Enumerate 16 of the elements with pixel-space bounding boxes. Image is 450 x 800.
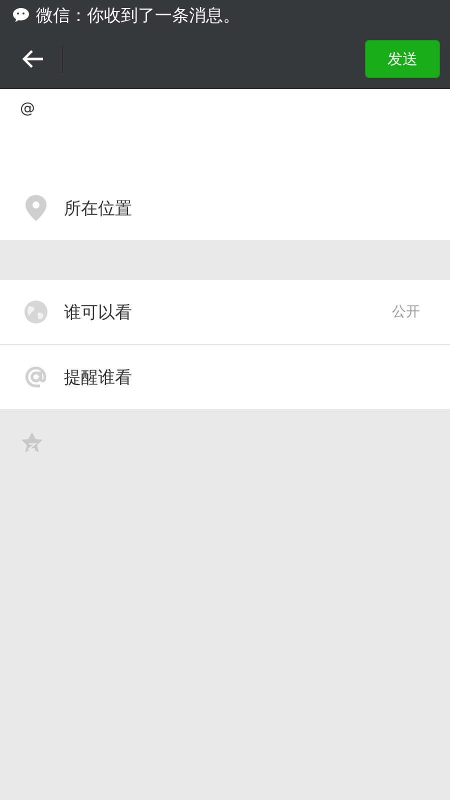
star-icon xyxy=(20,431,44,455)
settings-row[interactable]: 谁可以看 公开 xyxy=(0,280,450,345)
row-label: 提醒谁看 xyxy=(64,366,133,388)
text-input-field[interactable]: @ xyxy=(0,89,450,176)
settings-row[interactable]: 提醒谁看 xyxy=(0,345,450,409)
row-label: 谁可以看 xyxy=(64,302,133,324)
globe-icon xyxy=(24,300,48,324)
row-value: 公开 xyxy=(392,303,420,321)
at-sign-icon xyxy=(24,365,48,389)
notification-text: 微信：你收到了一条消息。 xyxy=(36,4,240,26)
location-pin-icon xyxy=(24,194,48,222)
chat-bubble-icon xyxy=(12,7,30,23)
back-arrow-icon xyxy=(22,49,44,69)
settings-row[interactable]: 所在位置 xyxy=(0,176,450,240)
row-label: 所在位置 xyxy=(64,198,133,220)
input-text: @ xyxy=(20,99,36,117)
